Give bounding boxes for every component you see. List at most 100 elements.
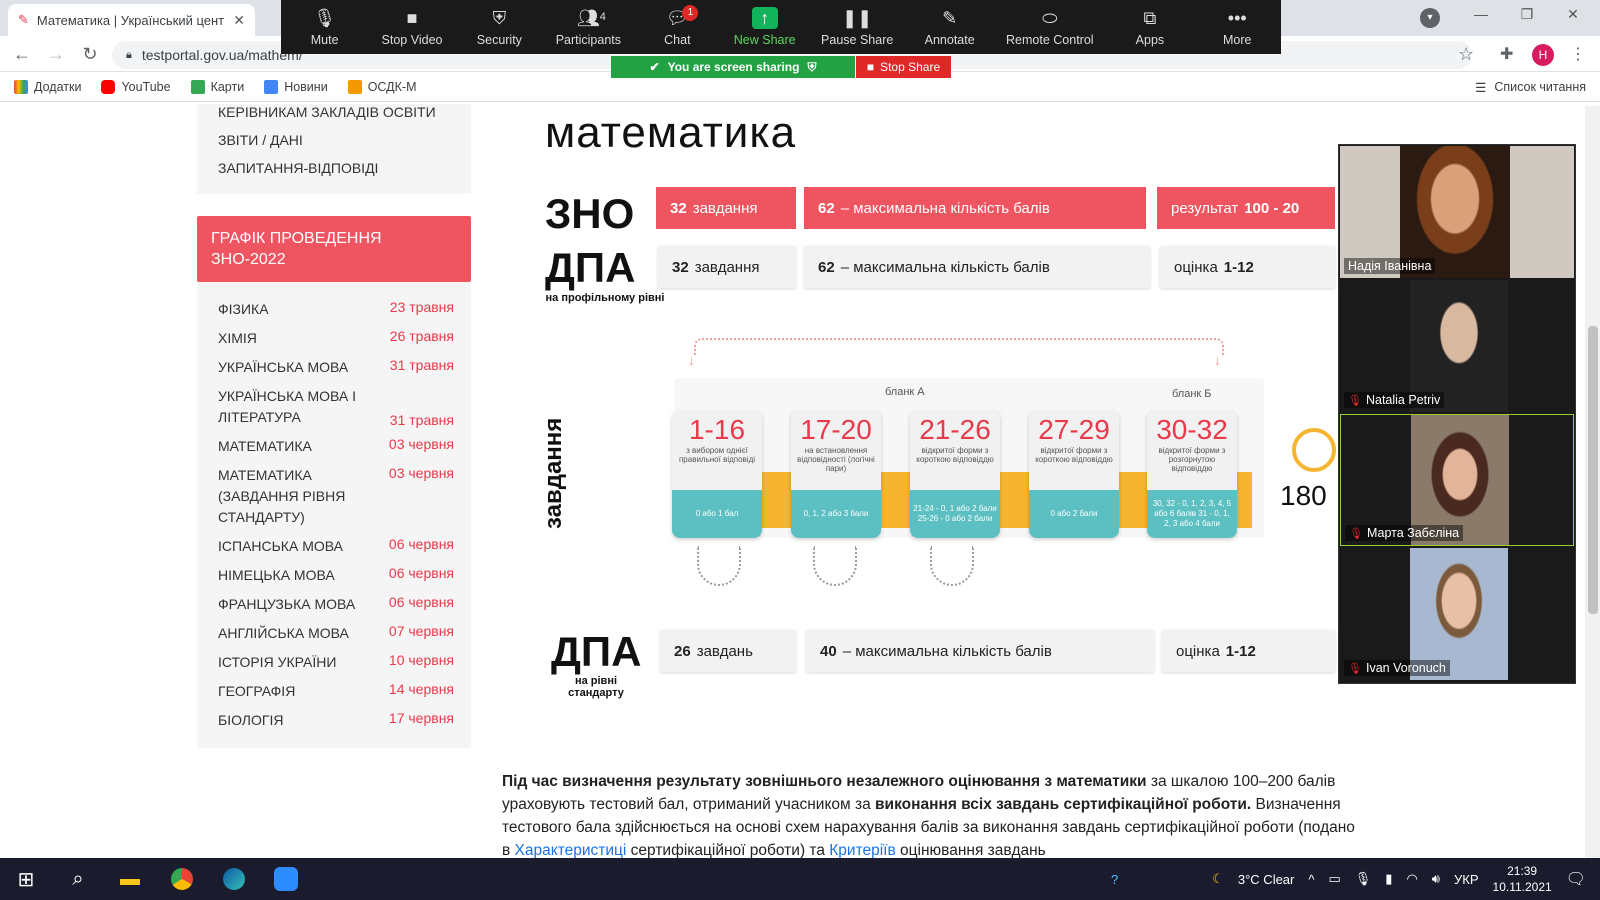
schedule-row[interactable]: УКРАЇНСЬКА МОВА 31 травня <box>218 357 454 378</box>
blank-a-label: бланк А <box>885 386 925 398</box>
tab-search-icon[interactable]: ▾ <box>1420 8 1440 28</box>
schedule-row[interactable]: МАТЕМАТИКА (ЗАВДАННЯ РІВНЯ СТАНДАРТУ) 03 … <box>218 465 454 528</box>
scrollbar-thumb[interactable] <box>1588 326 1598 614</box>
extensions-icon[interactable]: ✚ <box>1500 44 1513 64</box>
share-arrow-up-icon: ↑ <box>751 7 778 29</box>
bookmark-maps[interactable]: Карти <box>190 79 244 94</box>
characteristics-link[interactable]: Характеристиці <box>515 842 627 859</box>
shield-icon: ⛨ <box>492 8 507 28</box>
dpa-profile-label: ДПА <box>545 244 636 291</box>
microphone-tray-icon[interactable]: 🎙︎ <box>1355 871 1372 887</box>
chrome-icon[interactable] <box>156 858 208 900</box>
task-card: 1-16 з вибором однієї правильної відпові… <box>672 410 762 538</box>
tab-favicon-icon: ✎ <box>18 12 29 27</box>
wifi-icon[interactable]: ◠ <box>1406 871 1417 887</box>
minimize-icon[interactable]: — <box>1458 6 1504 28</box>
ellipsis-icon: ••• <box>1227 8 1247 28</box>
bookmark-apps[interactable]: Додатки <box>14 79 81 94</box>
schedule-row[interactable]: АНГЛІЙСЬКА МОВА 07 червня <box>218 623 454 644</box>
forward-icon[interactable]: → <box>44 42 68 66</box>
clock[interactable]: 21:39 10.11.2021 <box>1493 863 1552 895</box>
browser-menu-icon[interactable]: ⋮ <box>1570 44 1586 64</box>
volume-icon[interactable]: 🔊︎ <box>1432 871 1440 887</box>
file-explorer-icon[interactable]: ▬ <box>104 858 156 900</box>
reading-list-button[interactable]: ☰ Список читання <box>1475 72 1586 102</box>
schedule-row[interactable]: НІМЕЦЬКА МОВА 06 червня <box>218 565 454 586</box>
dpa-standard-label: ДПА <box>551 628 642 675</box>
lock-icon: 🔒︎ <box>126 48 132 61</box>
std-max-pill: 40– максимальна кількість балів <box>806 630 1154 672</box>
pause-icon: ❚❚ <box>842 8 873 28</box>
apps-grid-icon <box>14 79 28 94</box>
security-button[interactable]: ⛨ Security <box>468 7 530 47</box>
restore-icon[interactable]: ❐ <box>1504 6 1550 28</box>
bookmark-star-icon[interactable]: ☆ <box>1458 44 1474 65</box>
browser-tab[interactable]: ✎ Математика | Український цент ✕ <box>8 4 255 36</box>
profile-avatar[interactable]: Н <box>1532 44 1554 66</box>
apps-icon: ⧉ <box>1143 8 1157 28</box>
notification-icon[interactable]: 🗨︎ <box>1566 869 1586 889</box>
new-share-button[interactable]: ↑ New Share <box>734 7 796 47</box>
mic-muted-icon: 🎙︎ <box>1349 527 1363 540</box>
windows-taskbar: ⊞ ⌕ ▬ ? ☾ 3°C Clear ^ ▭ 🎙︎ ▮ ◠ 🔊︎ УКР 21… <box>0 858 1600 900</box>
battery-icon[interactable]: ▮ <box>1385 871 1392 887</box>
more-button[interactable]: ••• More <box>1206 7 1268 47</box>
close-window-icon[interactable]: ✕ <box>1550 6 1596 28</box>
menu-item-heads[interactable]: КЕРІВНИКАМ ЗАКЛАДІВ ОСВІТИ <box>218 104 436 120</box>
schedule-row[interactable]: ФРАНЦУЗЬКА МОВА 06 червня <box>218 594 454 615</box>
windows-start-icon[interactable]: ⊞ <box>0 858 52 900</box>
maps-icon <box>190 79 205 94</box>
participants-button[interactable]: 👥︎ 4 Participants <box>556 7 621 47</box>
monitor-icon[interactable]: ▭ <box>1328 871 1340 887</box>
dotted-loop-arrow <box>697 546 741 586</box>
schedule-row[interactable]: ФІЗИКА 23 травня <box>218 299 454 320</box>
video-tile[interactable]: 🎙︎ Марта Забєліна <box>1340 414 1574 546</box>
bookmark-youtube[interactable]: YouTube <box>101 79 171 94</box>
edge-icon[interactable] <box>208 858 260 900</box>
schedule-header: ГРАФІК ПРОВЕДЕННЯ ЗНО-2022 <box>197 216 471 282</box>
schedule-row[interactable]: ІСПАНСЬКА МОВА 06 червня <box>218 536 454 557</box>
apps-button[interactable]: ⧉ Apps <box>1119 7 1181 47</box>
video-tile[interactable]: Надія Іванівна <box>1340 146 1574 278</box>
reload-icon[interactable]: ↻ <box>78 42 102 66</box>
schedule-row[interactable]: ГЕОГРАФІЯ 14 червня <box>218 681 454 702</box>
microphone-icon: 🎙︎ <box>313 8 337 28</box>
remote-control-button[interactable]: ⬭ Remote Control <box>1006 7 1094 47</box>
schedule-row[interactable]: УКРАЇНСЬКА МОВА І ЛІТЕРАТУРА 31 травня <box>218 386 454 428</box>
dpa-tasks-pill: 32 завдання <box>658 246 796 288</box>
criteria-link[interactable]: Критеріїв <box>829 842 895 859</box>
dpa-profile-sublabel: на профільному рівні <box>545 292 665 304</box>
help-icon[interactable]: ? <box>1111 872 1118 887</box>
stop-square-icon: ■ <box>866 60 875 74</box>
video-tile[interactable]: 🎙︎ Natalia Petriv <box>1340 280 1574 412</box>
menu-item-faq[interactable]: ЗАПИТАННЯ-ВІДПОВІДІ <box>218 160 378 176</box>
shield-check-icon: ⛨ <box>807 59 817 74</box>
back-icon[interactable]: ← <box>10 42 34 66</box>
chat-button[interactable]: 💬︎ 1 Chat <box>646 5 708 47</box>
participants-count: 4 <box>599 11 606 23</box>
annotate-button[interactable]: ✎ Annotate <box>919 7 981 47</box>
chevron-up-icon[interactable]: ^ <box>1308 872 1314 887</box>
mute-button[interactable]: 🎙︎ Mute <box>294 7 356 47</box>
article-text: Під час визначення результату зовнішньог… <box>502 773 1355 859</box>
zoom-app-icon[interactable] <box>260 858 312 900</box>
schedule-row[interactable]: БІОЛОГІЯ 17 червня <box>218 710 454 731</box>
bookmark-osdk[interactable]: ОСДК-М <box>347 79 417 94</box>
zno-result-pill: результат 100 - 20 <box>1157 187 1335 229</box>
schedule-row[interactable]: МАТЕМАТИКА 03 червня <box>218 436 454 457</box>
close-tab-icon[interactable]: ✕ <box>233 12 245 29</box>
schedule-row[interactable]: ХІМІЯ 26 травня <box>218 328 454 349</box>
bookmark-news[interactable]: Новини <box>264 79 328 94</box>
pause-share-button[interactable]: ❚❚ Pause Share <box>821 7 893 47</box>
language-indicator[interactable]: УКР <box>1454 872 1479 887</box>
url-text: testportal.gov.ua/mathem/ <box>141 47 303 63</box>
zno-tasks-pill: 32 завдання <box>656 187 796 229</box>
stop-share-button[interactable]: ■ Stop Share <box>856 56 951 78</box>
stop-video-button[interactable]: ■ Stop Video <box>381 7 443 47</box>
weather-text[interactable]: 3°C Clear <box>1238 872 1295 887</box>
search-icon[interactable]: ⌕ <box>52 858 104 900</box>
schedule-row[interactable]: ІСТОРІЯ УКРАЇНИ 10 червня <box>218 652 454 673</box>
arrow-down-icon: ↓ <box>688 352 695 368</box>
menu-item-reports[interactable]: ЗВІТИ / ДАНІ <box>218 132 303 148</box>
video-tile[interactable]: 🎙︎ Ivan Voronuch <box>1340 548 1574 680</box>
